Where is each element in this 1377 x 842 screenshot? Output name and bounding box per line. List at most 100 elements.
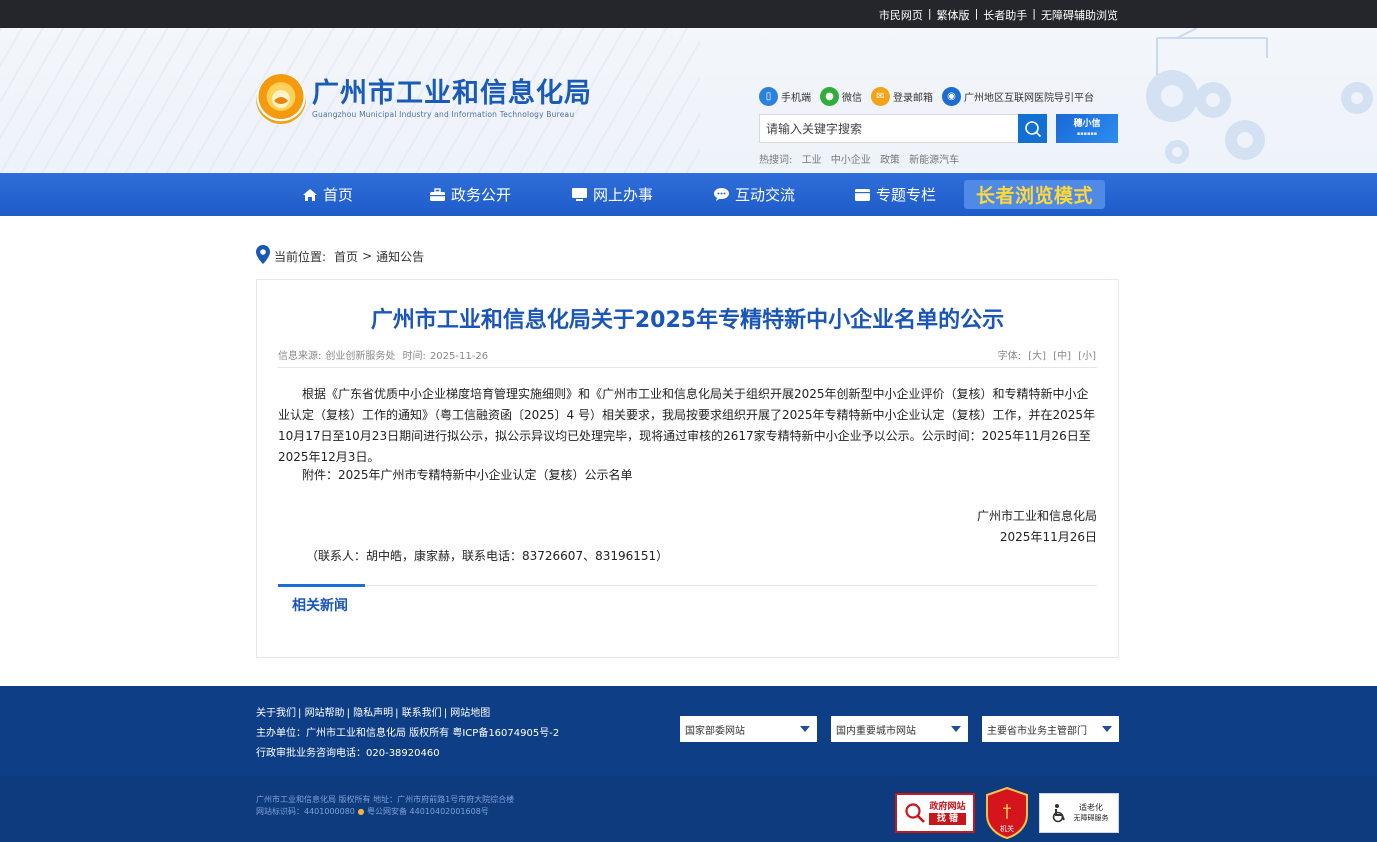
article-panel: 广州市工业和信息化局关于2025年专精特新中小企业名单的公示 信息来源: 创业创新… — [256, 279, 1119, 658]
quick-links: ▯ 手机端 ● 微信 ✉ 登录邮箱 ◉ 广州地区互联网医院导引平台 — [759, 87, 1103, 106]
select-national-ministries[interactable]: 国家部委网站 — [680, 716, 817, 742]
nav-interaction[interactable]: 互动交流 — [713, 173, 795, 216]
footer-link-help[interactable]: 网站帮助 — [305, 708, 345, 719]
footer-link-about[interactable]: 关于我们 — [256, 708, 296, 719]
nav-label: 网上办事 — [593, 186, 654, 204]
site-header: 广州市工业和信息化局 Guangzhou Municipal Industry … — [0, 28, 1377, 173]
search-icon — [1024, 120, 1041, 137]
top-link-traditional[interactable]: 繁体版 — [937, 7, 970, 23]
nav-government-affairs[interactable]: 政务公开 — [429, 173, 511, 216]
gov-site-error-report-badge[interactable]: 政府网站 找 错 — [895, 793, 975, 833]
breadcrumb-current-link[interactable]: 通知公告 — [376, 248, 424, 265]
caret-down-icon — [1102, 726, 1112, 732]
search-button[interactable] — [1018, 114, 1047, 143]
site-logo[interactable]: 广州市工业和信息化局 Guangzhou Municipal Industry … — [256, 74, 592, 124]
wechat-icon: ● — [820, 87, 839, 106]
quicklink-label: 广州地区互联网医院导引平台 — [964, 93, 1094, 104]
mail-icon: ✉ — [871, 87, 890, 106]
calendar-icon — [854, 187, 871, 202]
font-size-label: 字体: — [997, 351, 1021, 362]
hot-word[interactable]: 工业 — [802, 155, 822, 166]
assistant-label: 穗小信 — [1073, 118, 1101, 129]
assistant-subtitle: ▪▪▪▪▪▪ — [1076, 130, 1098, 137]
source-value: 创业创新服务处 — [325, 351, 396, 362]
divider — [278, 367, 1097, 368]
elder-mode-button[interactable]: 长者浏览模式 — [964, 180, 1105, 209]
select-value: 国内重要城市网站 — [836, 725, 916, 737]
nav-home[interactable]: 首页 — [302, 173, 353, 216]
footer-bottom-info: 广州市工业和信息化局 版权所有 地址：广州市府前路1号市府大院综合楼 网站标识码… — [256, 794, 514, 818]
signature-date: 2025年11月26日 — [999, 530, 1097, 544]
police-badge-icon: ● — [357, 807, 365, 816]
article-meta: 信息来源: 创业创新服务处 时间: 2025-11-26 — [278, 347, 492, 362]
hot-word[interactable]: 新能源汽车 — [909, 155, 959, 166]
tab-related-news[interactable]: 相关新闻 — [292, 595, 348, 615]
top-link-accessibility[interactable]: 无障碍辅助浏览 — [1041, 7, 1118, 23]
hot-words: 热搜词: 工业 中小企业 政策 新能源汽车 — [759, 151, 965, 166]
quicklink-label: 微信 — [842, 93, 862, 104]
time-value: 2025-11-26 — [429, 351, 489, 362]
logo-subtitle: Guangzhou Municipal Industry and Informa… — [312, 110, 575, 119]
top-link-citizen[interactable]: 市民网页 — [879, 7, 923, 23]
nav-special-topics[interactable]: 专题专栏 — [854, 173, 936, 216]
caret-down-icon — [800, 726, 810, 732]
select-major-cities[interactable]: 国内重要城市网站 — [831, 716, 968, 742]
quicklink-wechat[interactable]: ● 微信 — [820, 87, 862, 106]
breadcrumb: 当前位置: 首页 > 通知公告 — [256, 245, 424, 267]
font-size-switcher: 字体: [大] [中] [小] — [994, 347, 1096, 362]
party-org-badge[interactable]: † 机关 — [985, 787, 1029, 839]
quicklink-label: 手机端 — [781, 93, 811, 104]
quicklink-hospital[interactable]: ◉ 广州地区互联网医院导引平台 — [942, 87, 1094, 106]
svg-text:†: † — [1003, 801, 1012, 822]
footer-police-record[interactable]: 粤公网安备 44010402001608号 — [367, 807, 489, 816]
search-input[interactable] — [760, 115, 1018, 142]
accessibility-badge[interactable]: 适老化 无障碍服务 — [1039, 793, 1119, 833]
emblem-icon — [256, 74, 306, 124]
nav-label: 政务公开 — [451, 186, 512, 204]
quicklink-label: 登录邮箱 — [893, 93, 933, 104]
breadcrumb-home-link[interactable]: 首页 — [334, 248, 358, 265]
quicklink-mail[interactable]: ✉ 登录邮箱 — [871, 87, 933, 106]
separator: | — [974, 7, 979, 20]
attachment-link[interactable]: 附件：2025年广州市专精特新中小企业认定（复核）公示名单 — [302, 466, 633, 483]
footer-info: 关于我们 | 网站帮助 | 隐私声明 | 联系我们 | 网站地图 主办单位：广州市工业和… — [256, 704, 559, 764]
site-footer: 关于我们 | 网站帮助 | 隐私声明 | 联系我们 | 网站地图 主办单位：广州市工业和… — [0, 686, 1377, 842]
top-link-elder-assistant[interactable]: 长者助手 — [983, 7, 1027, 23]
mobile-icon: ▯ — [759, 87, 778, 106]
search-box — [759, 114, 1047, 143]
nav-label: 专题专栏 — [876, 186, 937, 204]
logo-title: 广州市工业和信息化局 — [312, 78, 592, 109]
badge-jiguan-label: 机关 — [1000, 824, 1014, 833]
magnifier-icon — [905, 803, 926, 823]
contact-info: （联系人：胡中皓，康家赫，联系电话：83726607、83196151） — [306, 549, 669, 563]
badge-label: 找 错 — [929, 813, 966, 825]
nav-online-services[interactable]: 网上办事 — [571, 173, 653, 216]
source-label: 信息来源: — [278, 351, 322, 362]
article-body: 根据《广东省优质中小企业梯度培育管理实施细则》和《广州市工业和信息化局关于组织开… — [278, 387, 1096, 464]
divider — [278, 585, 1097, 586]
footer-link-privacy[interactable]: 隐私声明 — [353, 708, 393, 719]
select-value: 国家部委网站 — [685, 725, 745, 737]
select-provincial-departments[interactable]: 主要省市业务主管部门 — [982, 716, 1119, 742]
signature: 广州市工业和信息化局 2025年11月26日 — [977, 506, 1097, 548]
separator: | — [927, 7, 932, 20]
main-nav: 首页 政务公开 网上办事 互动交流 专题专栏 长者浏览模式 — [0, 173, 1377, 216]
footer-link-contact[interactable]: 联系我们 — [402, 708, 442, 719]
font-size-medium[interactable]: [中] — [1053, 351, 1071, 362]
hot-words-label: 热搜词: — [759, 155, 793, 166]
footer-links: 关于我们 | 网站帮助 | 隐私声明 | 联系我们 | 网站地图 — [256, 708, 491, 719]
separator: | — [1032, 7, 1036, 20]
quicklink-mobile[interactable]: ▯ 手机端 — [759, 87, 811, 106]
home-icon — [302, 188, 318, 202]
font-size-large[interactable]: [大] — [1028, 351, 1046, 362]
article-title: 广州市工业和信息化局关于2025年专精特新中小企业名单的公示 — [370, 308, 1005, 333]
footer-link-sitemap[interactable]: 网站地图 — [450, 708, 490, 719]
badge-label: 适老化 — [1079, 803, 1103, 812]
hot-word[interactable]: 政策 — [880, 155, 900, 166]
breadcrumb-separator: > — [362, 249, 373, 263]
assistant-button[interactable]: 穗小信 ▪▪▪▪▪▪ — [1056, 114, 1118, 143]
font-size-small[interactable]: [小] — [1078, 351, 1096, 362]
chat-icon — [713, 187, 730, 202]
hot-word[interactable]: 中小企业 — [831, 155, 871, 166]
monitor-icon — [571, 187, 588, 202]
